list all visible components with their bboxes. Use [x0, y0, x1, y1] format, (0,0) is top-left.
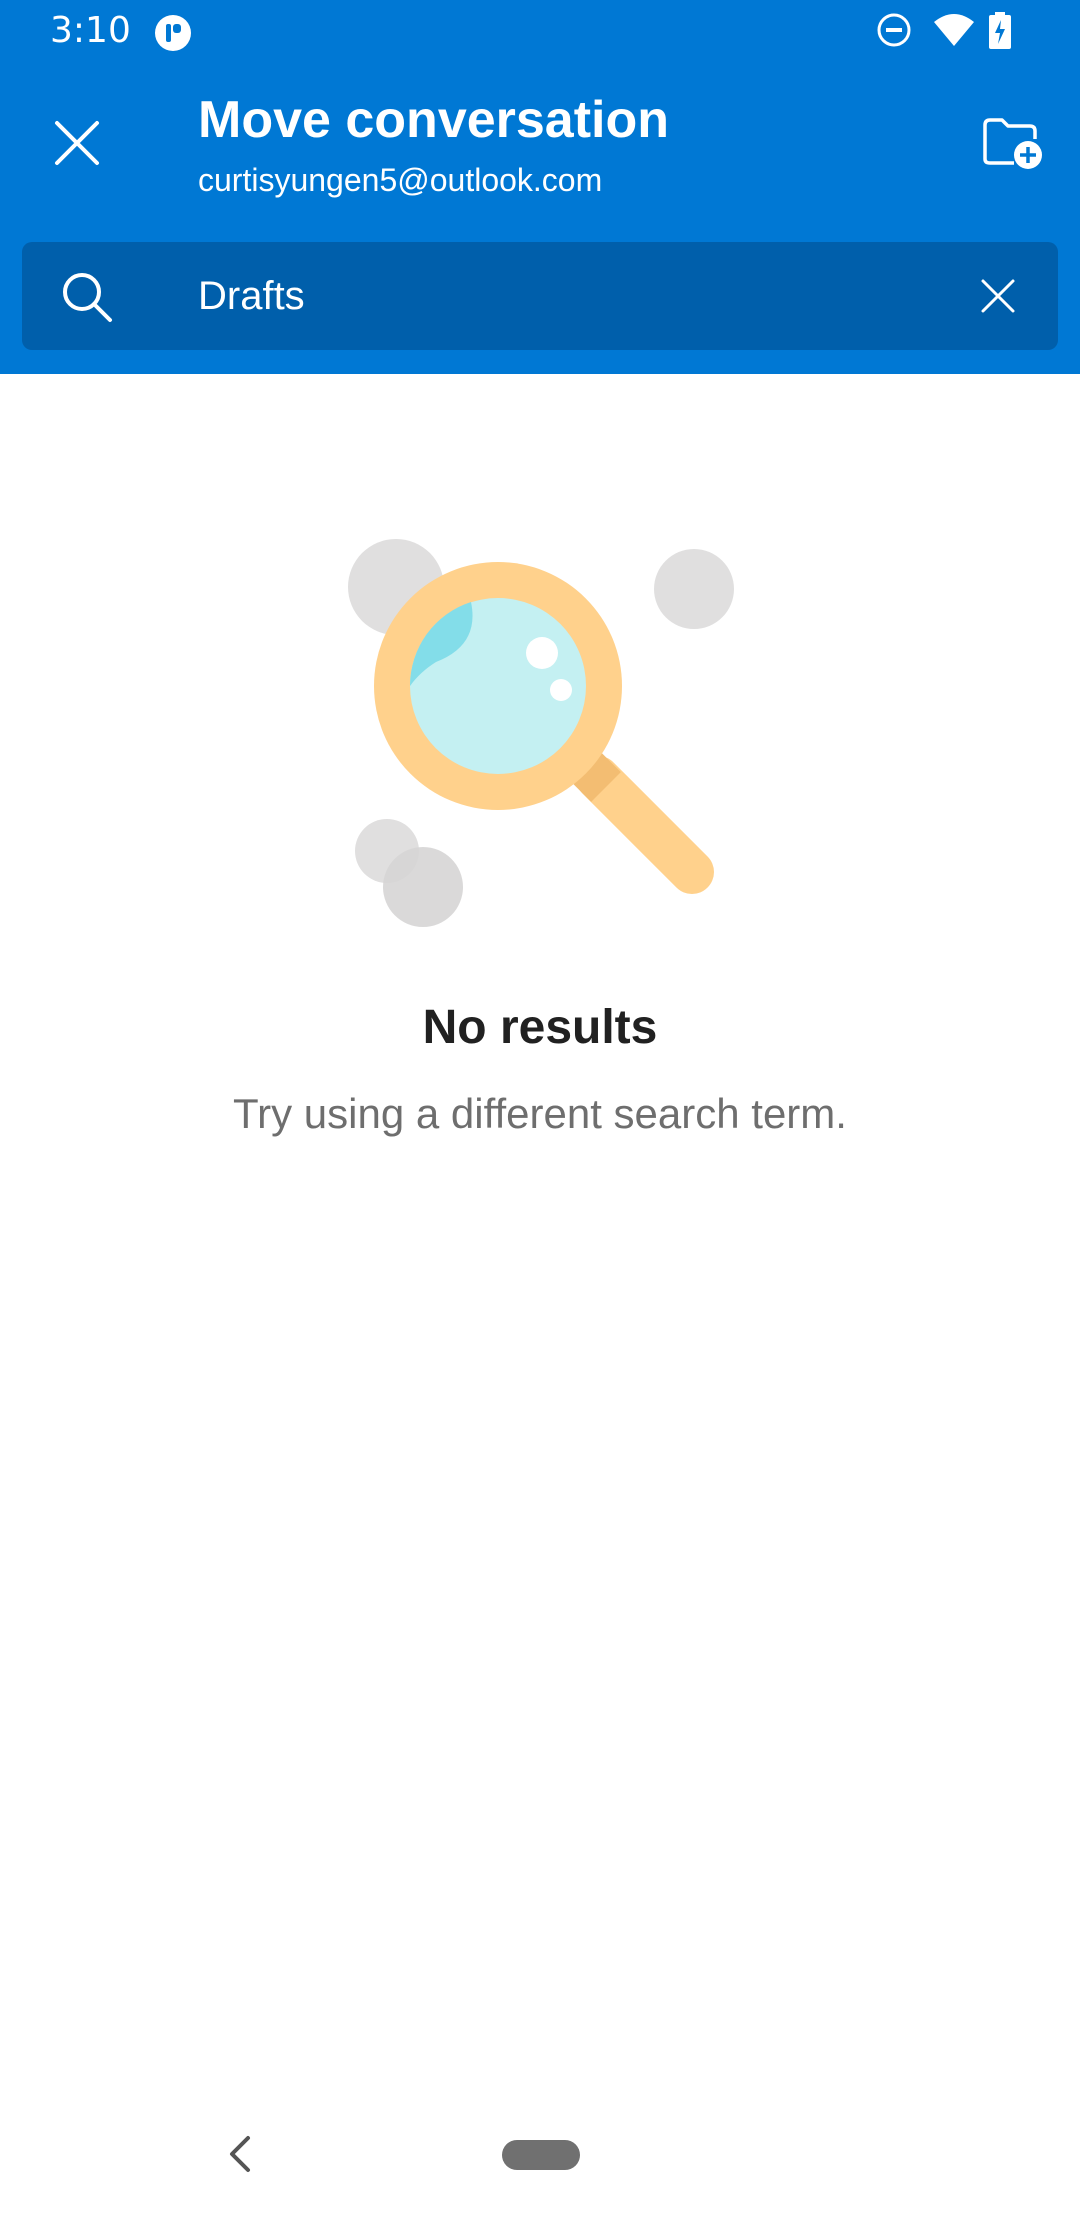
app-notification-icon: [155, 15, 191, 51]
close-button[interactable]: [46, 112, 108, 174]
clear-search-button[interactable]: [974, 272, 1022, 320]
status-time: 3:10: [50, 10, 131, 51]
back-chevron-icon[interactable]: [222, 2134, 258, 2174]
app-header: 3:10 Move conversation curtisyungen5@out…: [0, 0, 1080, 374]
status-bar: 3:10: [0, 0, 1080, 66]
magnifying-glass-illustration: [348, 539, 734, 927]
page-title: Move conversation: [198, 91, 670, 149]
no-results-title: No results: [422, 1001, 658, 1054]
search-input[interactable]: [198, 262, 958, 330]
search-icon: [63, 273, 112, 322]
wifi-icon: [934, 14, 974, 46]
home-pill[interactable]: [502, 2140, 580, 2170]
new-folder-button[interactable]: [978, 112, 1048, 174]
folder-add-icon: [983, 118, 1042, 169]
search-bar: [22, 242, 1058, 350]
battery-charging-icon: [989, 12, 1011, 49]
account-email: curtisyungen5@outlook.com: [198, 162, 603, 198]
close-icon: [981, 279, 1015, 313]
do-not-disturb-icon: [877, 13, 911, 47]
close-icon: [55, 121, 99, 165]
no-results-message: Try using a different search term.: [233, 1090, 847, 1137]
